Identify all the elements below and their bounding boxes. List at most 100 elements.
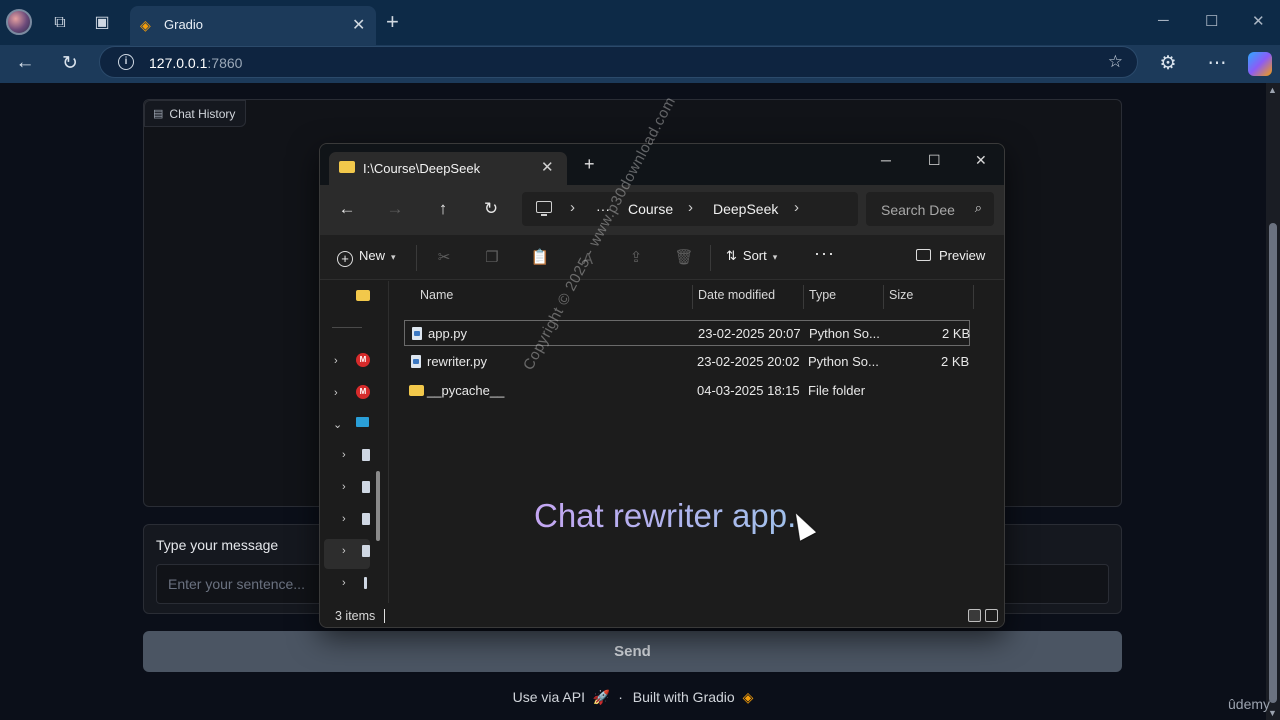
- chevron-right-icon[interactable]: ›: [570, 199, 575, 216]
- details-view-icon[interactable]: [968, 609, 981, 622]
- star-icon[interactable]: ☆: [1108, 52, 1123, 72]
- column-divider[interactable]: [803, 285, 804, 309]
- file-row[interactable]: __pycache__ 04-03-2025 18:15 File folder: [404, 378, 970, 404]
- chat-icon: ▤: [153, 108, 164, 120]
- column-divider[interactable]: [973, 285, 974, 309]
- chevron-right-icon[interactable]: ›: [334, 355, 338, 367]
- drive-icon[interactable]: [362, 513, 370, 525]
- tab-title: Gradio: [164, 17, 204, 32]
- tiles-view-icon[interactable]: [985, 609, 998, 622]
- column-type[interactable]: Type: [809, 281, 836, 309]
- new-button[interactable]: + New ▾: [337, 248, 396, 267]
- preview-button[interactable]: Preview: [916, 248, 985, 263]
- file-row[interactable]: app.py 23-02-2025 20:07 Python So... 2 K…: [404, 320, 970, 346]
- chevron-down-icon[interactable]: ⌄: [333, 418, 342, 431]
- file-date: 23-02-2025 20:07: [698, 326, 801, 341]
- use-via-api-link[interactable]: Use via API: [513, 689, 585, 705]
- item-count: 3 items: [335, 609, 376, 623]
- drive-icon[interactable]: [362, 545, 370, 557]
- column-size[interactable]: Size: [889, 281, 913, 309]
- cut-icon: ✂: [437, 249, 451, 266]
- chevron-right-icon[interactable]: ›: [334, 387, 338, 399]
- mega-drive-icon[interactable]: M: [356, 385, 370, 399]
- workspaces-icon[interactable]: ⧉: [49, 12, 71, 34]
- chevron-right-icon[interactable]: ›: [342, 449, 346, 461]
- window-close-icon[interactable]: ✕: [975, 152, 987, 169]
- page-scrollbar[interactable]: ▲ ▼: [1266, 83, 1280, 720]
- chevron-right-icon[interactable]: ›: [342, 545, 346, 557]
- sort-button[interactable]: ⇅ Sort ▾: [726, 248, 777, 264]
- chevron-right-icon[interactable]: ›: [794, 199, 799, 216]
- explorer-search-box[interactable]: Search Dee ⌕: [866, 192, 994, 226]
- chevron-right-icon[interactable]: ›: [342, 513, 346, 525]
- file-name: __pycache__: [427, 383, 505, 398]
- refresh-icon[interactable]: ↻: [57, 52, 83, 75]
- breadcrumb[interactable]: › ··· Course › DeepSeek ›: [522, 192, 858, 226]
- address-bar[interactable]: i 127.0.0.1:7860 ☆: [99, 46, 1138, 78]
- browser-tab-bar: ⧉ ▣ ◈ Gradio ✕ + ─ ☐ ✕: [0, 0, 1280, 45]
- drive-icon[interactable]: [362, 481, 370, 493]
- message-label: Type your message: [156, 537, 279, 553]
- gradio-footer: Use via API 🚀 · Built with Gradio ◈: [0, 689, 1266, 706]
- gradio-logo-icon: ◈: [742, 689, 754, 705]
- profile-avatar[interactable]: [6, 9, 32, 35]
- file-row[interactable]: rewriter.py 23-02-2025 20:02 Python So..…: [404, 349, 970, 375]
- maximize-icon[interactable]: ☐: [1205, 12, 1218, 30]
- url-host: 127.0.0.1: [149, 55, 208, 71]
- rocket-icon: 🚀: [592, 689, 611, 705]
- send-button[interactable]: Send: [143, 631, 1122, 672]
- mega-drive-icon[interactable]: M: [356, 353, 370, 367]
- column-divider[interactable]: [692, 285, 693, 309]
- up-arrow-icon[interactable]: ↑: [432, 199, 454, 219]
- minimize-icon[interactable]: ─: [1158, 12, 1169, 29]
- column-divider[interactable]: [883, 285, 884, 309]
- this-pc-icon[interactable]: [536, 201, 552, 216]
- chevron-right-icon[interactable]: ›: [688, 199, 693, 216]
- chevron-right-icon[interactable]: ›: [342, 481, 346, 493]
- column-name[interactable]: Name: [420, 281, 453, 309]
- footer-separator: ·: [618, 689, 623, 705]
- text-caret: [384, 609, 385, 623]
- paste-icon[interactable]: 📋: [530, 248, 550, 266]
- built-with-gradio-link[interactable]: Built with Gradio: [633, 689, 735, 705]
- preview-label: Preview: [939, 248, 986, 263]
- back-arrow-icon[interactable]: ←: [12, 52, 38, 74]
- minimize-icon[interactable]: ─: [881, 152, 891, 168]
- close-icon[interactable]: ✕: [352, 15, 365, 35]
- nav-divider: [332, 327, 362, 328]
- drive-icon[interactable]: [362, 449, 370, 461]
- nav-scrollbar[interactable]: [376, 471, 380, 541]
- plus-circle-icon: +: [337, 251, 353, 267]
- url-port: :7860: [207, 55, 243, 71]
- back-arrow-icon[interactable]: ←: [336, 199, 358, 219]
- explorer-tab[interactable]: I:\Course\DeepSeek ✕: [329, 152, 567, 185]
- more-options-button[interactable]: ···: [814, 243, 835, 264]
- tab-actions-icon[interactable]: ▣: [91, 12, 113, 34]
- chevron-down-icon: ▾: [391, 252, 396, 262]
- scroll-up-icon[interactable]: ▲: [1268, 85, 1277, 95]
- chat-history-label: ▤ Chat History: [144, 100, 247, 127]
- explorer-new-tab-button[interactable]: +: [584, 155, 595, 173]
- maximize-icon[interactable]: ☐: [928, 152, 941, 169]
- info-icon[interactable]: i: [118, 54, 134, 70]
- breadcrumb-course[interactable]: Course: [628, 201, 673, 217]
- browser-tab-gradio[interactable]: ◈ Gradio ✕: [130, 6, 376, 45]
- chevron-right-icon[interactable]: ›: [342, 577, 346, 589]
- drive-icon[interactable]: [364, 577, 367, 589]
- close-icon[interactable]: ✕: [541, 158, 554, 176]
- column-date-modified[interactable]: Date modified: [698, 281, 775, 309]
- more-icon[interactable]: ⋯: [1204, 52, 1230, 75]
- refresh-icon[interactable]: ↻: [480, 199, 502, 219]
- this-pc-icon[interactable]: [356, 417, 369, 427]
- extensions-icon[interactable]: ⚙: [1155, 52, 1181, 75]
- search-icon[interactable]: ⌕: [975, 200, 982, 216]
- breadcrumb-deepseek[interactable]: DeepSeek: [713, 201, 778, 217]
- navigation-pane: › M › M ⌄ › › › › ›: [320, 281, 390, 603]
- scroll-thumb[interactable]: [1269, 223, 1277, 703]
- copilot-icon[interactable]: [1248, 52, 1272, 76]
- file-name: app.py: [428, 326, 468, 341]
- new-tab-button[interactable]: +: [386, 10, 399, 34]
- folder-icon[interactable]: [356, 290, 370, 301]
- window-close-icon[interactable]: ✕: [1252, 12, 1265, 30]
- file-date: 04-03-2025 18:15: [697, 383, 800, 398]
